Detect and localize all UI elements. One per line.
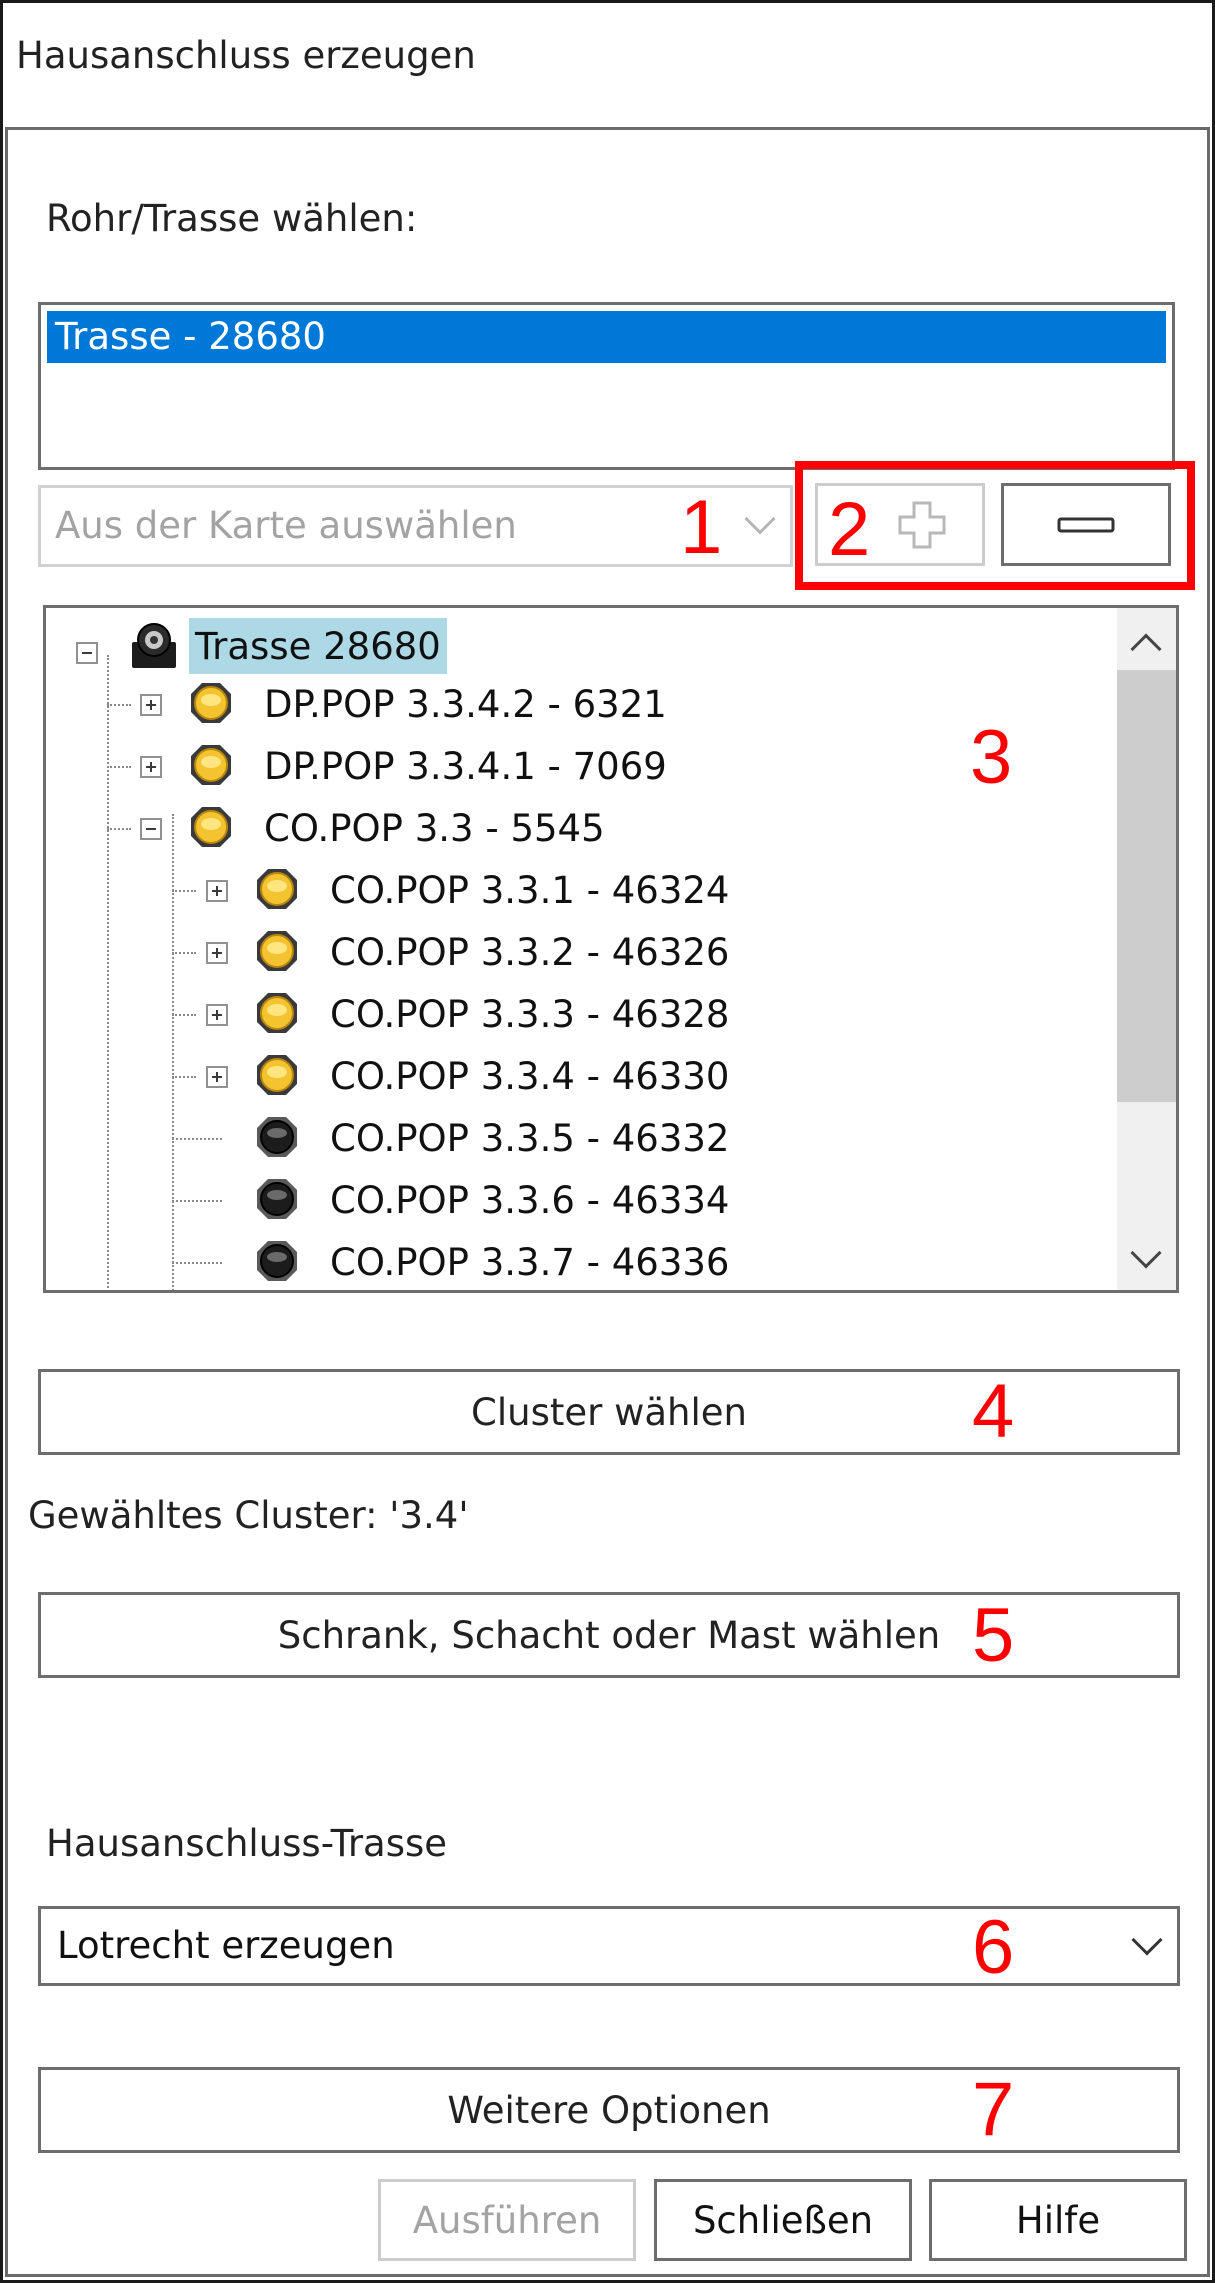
annotation-3: 3 (970, 715, 1013, 800)
tree-item[interactable]: CO.POP 3.3.2 - 46326 (330, 924, 729, 980)
tree-connector (107, 766, 131, 768)
tree-item-label: CO.POP 3.3.7 - 46336 (330, 1240, 730, 1284)
connection-route-value: Lotrecht erzeugen (57, 1924, 395, 1967)
annotation-7: 7 (972, 2067, 1015, 2152)
gold-node-icon (191, 807, 231, 847)
tree-connector (172, 1262, 222, 1264)
tree-item-label: CO.POP 3.3.3 - 46328 (330, 992, 730, 1036)
connection-route-label: Hausanschluss-Trasse (46, 1822, 448, 1865)
tree-connector (107, 704, 131, 706)
tree-item-label: DP.POP 3.3.4.2 - 6321 (264, 682, 667, 726)
gold-node-icon (191, 745, 231, 785)
list-item-selected[interactable]: Trasse - 28680 (47, 311, 1166, 363)
tree-connector (107, 828, 131, 830)
help-button[interactable]: Hilfe (929, 2179, 1187, 2261)
tree-item-label: CO.POP 3.3 - 5545 (264, 806, 605, 850)
pipe-section-label: Rohr/Trasse wählen: (46, 197, 418, 240)
tree-connector (172, 952, 196, 954)
tree-item-label: CO.POP 3.3.2 - 46326 (330, 930, 730, 974)
tree-connector (172, 1200, 222, 1202)
tree-expand-toggle[interactable] (206, 880, 228, 902)
tree-collapse-toggle[interactable] (76, 642, 98, 664)
tree-collapse-toggle[interactable] (140, 818, 162, 840)
tree-item-label: CO.POP 3.3.5 - 46332 (330, 1116, 730, 1160)
window-title: Hausanschluss erzeugen (16, 34, 476, 77)
annotation-1: 1 (680, 485, 723, 570)
tree-item[interactable]: CO.POP 3.3.3 - 46328 (330, 986, 729, 1042)
annotation-6: 6 (972, 1905, 1015, 1990)
tree-item[interactable]: CO.POP 3.3.1 - 46324 (330, 862, 729, 918)
tree-item[interactable]: CO.POP 3.3.5 - 46332 (330, 1110, 729, 1166)
tree-expand-toggle[interactable] (140, 694, 162, 716)
tree-root-item[interactable]: Trasse 28680 (189, 618, 447, 674)
chevron-down-icon (1131, 1924, 1163, 1956)
gold-node-icon (257, 869, 297, 909)
tree-item[interactable]: CO.POP 3.3 - 5545 (264, 800, 605, 856)
tree-item-label: CO.POP 3.3.4 - 46330 (330, 1054, 730, 1098)
black-node-icon (257, 1117, 297, 1157)
execute-button[interactable]: Ausführen (378, 2179, 636, 2261)
tree-item[interactable]: CO.POP 3.3.4 - 46330 (330, 1048, 729, 1104)
network-tree-view[interactable]: Trasse 28680 DP.POP 3.3.4.2 - 6321 DP.PO… (43, 605, 1179, 1293)
tree-connector (172, 1138, 222, 1140)
map-select-placeholder: Aus der Karte auswählen (55, 504, 517, 547)
tree-item-label: CO.POP 3.3.1 - 46324 (330, 868, 730, 912)
tree-connector (172, 1076, 196, 1078)
gold-node-icon (257, 993, 297, 1033)
tree-connector (172, 890, 196, 892)
gold-node-icon (191, 683, 231, 723)
tree-scrollbar-thumb[interactable] (1117, 670, 1176, 1102)
annotation-4: 4 (972, 1369, 1015, 1454)
tree-item-label: DP.POP 3.3.4.1 - 7069 (264, 744, 667, 788)
tree-expand-toggle[interactable] (206, 1004, 228, 1026)
black-node-icon (257, 1241, 297, 1281)
tree-expand-toggle[interactable] (206, 942, 228, 964)
tree-connector (172, 1014, 196, 1016)
tree-item[interactable]: DP.POP 3.3.4.2 - 6321 (264, 676, 667, 732)
chevron-down-icon (744, 503, 776, 535)
tree-expand-toggle[interactable] (140, 756, 162, 778)
tree-item[interactable]: CO.POP 3.3.7 - 46336 (330, 1234, 729, 1290)
tree-connector (172, 814, 174, 1290)
selected-cluster-text: Gewähltes Cluster: '3.4' (28, 1494, 469, 1537)
tree-connector (107, 655, 109, 1290)
gold-node-icon (257, 931, 297, 971)
tree-item[interactable]: DP.POP 3.3.4.1 - 7069 (264, 738, 667, 794)
annotation-2-highlight-box (795, 461, 1195, 590)
tree-expand-toggle[interactable] (206, 1066, 228, 1088)
gold-node-icon (257, 1055, 297, 1095)
selected-routes-listbox[interactable]: Trasse - 28680 (38, 302, 1175, 470)
close-button[interactable]: Schließen (654, 2179, 912, 2261)
black-node-icon (257, 1179, 297, 1219)
tree-root-label: Trasse 28680 (195, 624, 441, 668)
annotation-5: 5 (972, 1593, 1015, 1678)
tree-item[interactable]: CO.POP 3.3.6 - 46334 (330, 1172, 729, 1228)
tree-item-label: CO.POP 3.3.6 - 46334 (330, 1178, 730, 1222)
route-node-icon (132, 623, 176, 668)
